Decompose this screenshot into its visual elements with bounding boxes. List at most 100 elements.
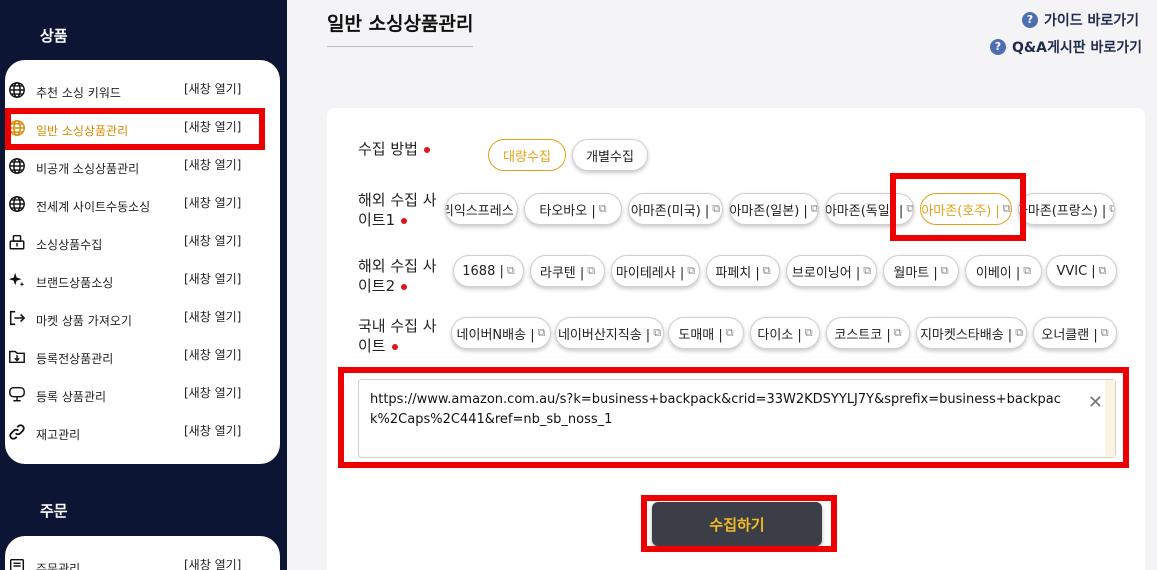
sidebar-item[interactable]: 등록 상품관리 [새창 열기]	[5, 377, 280, 411]
site-chip[interactable]: 코스트코 | ⧉	[826, 317, 910, 349]
external-link-icon[interactable]: ⧉	[1003, 202, 1011, 216]
url-input[interactable]: https://www.amazon.com.au/s?k=business+b…	[358, 379, 1116, 458]
sidebar: 상품 추천 소싱 키워드 [새창 열기] 일반 소싱상품관리 [새창 열기] 비공개 소…	[0, 0, 287, 570]
sidebar-item[interactable]: 소싱상품수집 [새창 열기]	[5, 225, 280, 259]
folder-icon	[8, 347, 26, 365]
site-chip[interactable]: 라쿠텐 | ⧉	[530, 255, 605, 287]
external-link-icon[interactable]: ⧉	[941, 264, 949, 278]
collect-icon	[8, 233, 26, 251]
site-chip[interactable]: 아마존(호주) | ⧉	[920, 193, 1012, 225]
site-chip[interactable]: 타오바오 | ⧉	[524, 193, 622, 225]
site-chip[interactable]: 도매매 | ⧉	[668, 317, 744, 349]
globe-icon	[8, 119, 26, 137]
site-chip[interactable]: 오너클랜 | ⧉	[1033, 317, 1117, 349]
open-new-window-link[interactable]: [새창 열기]	[184, 384, 241, 401]
external-link-icon[interactable]: ⧉	[538, 326, 546, 340]
external-link-icon[interactable]: ⧉	[687, 264, 695, 278]
external-link-icon[interactable]: ⧉	[1015, 326, 1023, 340]
site-chip[interactable]: 지마켓스타배송 | ⧉	[916, 317, 1027, 349]
domestic-label: 국내 수집 사이트	[358, 317, 437, 355]
guide-link[interactable]: ? 가이드 바로가기	[1022, 10, 1139, 30]
sidebar-item-label: 등록전상품관리	[36, 352, 114, 366]
sidebar-item[interactable]: 추천 소싱 키워드 [새창 열기]	[5, 73, 280, 107]
site-chip[interactable]: 아마존(프랑스) |⧉	[1018, 193, 1115, 225]
external-link-icon[interactable]: ⧉	[599, 202, 607, 216]
site-chip[interactable]: 마이테레사 | ⧉	[611, 255, 700, 287]
site-chip[interactable]: 브로이닝어 | ⧉	[786, 255, 877, 287]
url-input-scrollbar[interactable]	[1105, 380, 1115, 457]
open-new-window-link[interactable]: [새창 열기]	[184, 80, 241, 97]
product-menu-card: 추천 소싱 키워드 [새창 열기] 일반 소싱상품관리 [새창 열기] 비공개 소싱상품…	[5, 60, 280, 464]
open-new-window-link[interactable]: [새창 열기]	[184, 232, 241, 249]
sidebar-item[interactable]: 등록전상품관리 [새창 열기]	[5, 339, 280, 373]
sidebar-item-label: 일반 소싱상품관리	[36, 124, 129, 138]
sidebar-item[interactable]: 마켓 상품 가져오기 [새창 열기]	[5, 301, 280, 335]
open-new-window-link[interactable]: [새창 열기]	[184, 422, 241, 439]
sidebar-item[interactable]: 전세계 사이트수동소싱 [새창 열기]	[5, 187, 280, 221]
method-bulk-button[interactable]: 대량수집	[488, 139, 566, 171]
site-chip-label: 브로이닝어 |	[791, 265, 861, 281]
external-link-icon[interactable]: ⧉	[863, 264, 871, 278]
open-new-window-link[interactable]: [새창 열기]	[184, 118, 241, 135]
site-chip[interactable]: 네이버산지직송 | ⧉	[555, 317, 664, 349]
sidebar-item-label: 마켓 상품 가져오기	[36, 314, 132, 328]
sidebar-item[interactable]: 일반 소싱상품관리 [새창 열기]	[5, 111, 280, 145]
site-chip[interactable]: VVIC | ⧉	[1046, 255, 1117, 287]
site-chip-label: 아마존(일본) |	[729, 203, 808, 219]
site-chip[interactable]: 파페치 | ⧉	[706, 255, 780, 287]
site-chip[interactable]: 네이버N배송 | ⧉	[451, 317, 551, 349]
site-chip[interactable]: 다이소 | ⧉	[750, 317, 820, 349]
sidebar-item[interactable]: 브랜드상품소싱 [새창 열기]	[5, 263, 280, 297]
external-link-icon[interactable]: ⧉	[906, 202, 913, 216]
site-chip-label: 코스트코 |	[834, 327, 891, 343]
open-new-window-link[interactable]: [새창 열기]	[184, 156, 241, 173]
open-new-window-link[interactable]: [새창 열기]	[184, 194, 241, 211]
site-chip-label: 네이버산지직송 |	[557, 327, 651, 343]
import-icon	[8, 309, 26, 327]
site-chip[interactable]: 월마트 | ⧉	[883, 255, 959, 287]
site-chip-label: 타오바오 |	[539, 203, 596, 219]
external-link-icon[interactable]: ⧉	[763, 264, 771, 278]
external-link-icon[interactable]: ⧉	[726, 326, 734, 340]
sidebar-item[interactable]: 주문관리 [새창 열기]	[5, 549, 280, 570]
sidebar-section-product: 상품	[40, 27, 68, 45]
site-chip[interactable]: 1688 | ⧉	[453, 255, 524, 287]
open-new-window-link[interactable]: [새창 열기]	[184, 308, 241, 325]
site-chip[interactable]: 알리익스프레스 |⧉	[445, 193, 518, 225]
sidebar-item[interactable]: 재고관리 [새창 열기]	[5, 415, 280, 449]
order-icon	[8, 557, 26, 570]
open-new-window-link[interactable]: [새창 열기]	[184, 346, 241, 363]
site-chip[interactable]: 아마존(독일) | ⧉	[825, 193, 914, 225]
overseas1-label: 해외 수집 사이트1	[358, 191, 437, 229]
external-link-icon[interactable]: ⧉	[1101, 326, 1109, 340]
external-link-icon[interactable]: ⧉	[1109, 202, 1114, 216]
open-new-window-link[interactable]: [새창 열기]	[184, 270, 241, 287]
collect-button[interactable]: 수집하기	[652, 502, 822, 546]
sidebar-item[interactable]: 비공개 소싱상품관리 [새창 열기]	[5, 149, 280, 183]
sidebar-item-label: 전세계 사이트수동소싱	[36, 200, 151, 214]
external-link-icon[interactable]: ⧉	[1023, 264, 1031, 278]
external-link-icon[interactable]: ⧉	[507, 264, 515, 278]
external-link-icon[interactable]: ⧉	[811, 202, 818, 216]
external-link-icon[interactable]: ⧉	[894, 326, 902, 340]
external-link-icon[interactable]: ⧉	[587, 264, 595, 278]
method-single-button[interactable]: 개별수집	[572, 139, 648, 171]
sidebar-item-label: 재고관리	[36, 428, 81, 442]
external-link-icon[interactable]: ⧉	[805, 326, 813, 340]
site-chip[interactable]: 이베이 | ⧉	[965, 255, 1042, 287]
clear-icon[interactable]: ✕	[1088, 392, 1103, 413]
site-chip[interactable]: 아마존(미국) | ⧉	[628, 193, 723, 225]
qa-board-link[interactable]: ? Q&A게시판 바로가기	[990, 37, 1142, 57]
link-icon	[8, 423, 26, 441]
required-dot	[391, 343, 398, 350]
site-chip[interactable]: 아마존(일본) | ⧉	[729, 193, 819, 225]
open-new-window-link[interactable]: [새창 열기]	[184, 556, 241, 570]
external-link-icon[interactable]: ⧉	[712, 202, 720, 216]
external-link-icon[interactable]: ⧉	[653, 326, 661, 340]
site-chip-label: 라쿠텐 |	[539, 265, 585, 281]
title-divider	[327, 46, 473, 47]
sidebar-item-label: 등록 상품관리	[36, 390, 107, 404]
external-link-icon[interactable]: ⧉	[1099, 264, 1107, 278]
site-chip-label: 1688 |	[462, 263, 504, 279]
sparkle-icon	[8, 271, 26, 289]
